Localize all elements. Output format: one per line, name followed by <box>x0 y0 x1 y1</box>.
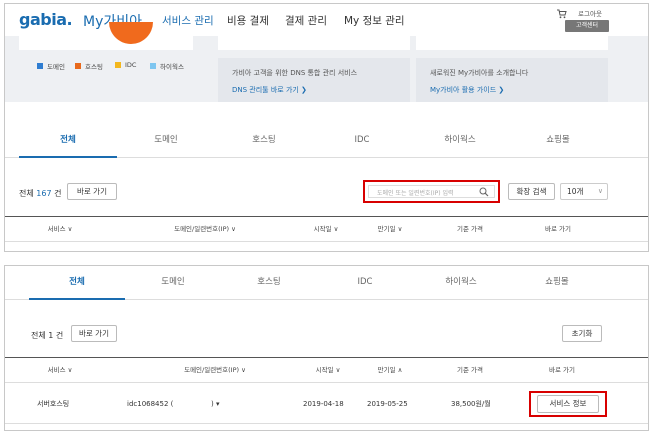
count-prefix: 전체 <box>19 189 37 198</box>
service-tabs: 전체 도메인 호스팅 IDC 하이웍스 쇼핑몰 <box>5 266 648 300</box>
donut-chart-segment <box>109 22 153 44</box>
legend-idc: IDC <box>115 61 136 69</box>
service-info-highlight: 서비스 정보 <box>529 391 607 417</box>
tab-hosting[interactable]: 호스팅 <box>221 266 317 300</box>
tab-idc[interactable]: IDC <box>313 124 411 158</box>
page-size-value: 10개 <box>567 187 584 196</box>
tab-shopping[interactable]: 쇼핑몰 <box>509 266 605 300</box>
col-start[interactable]: 시작일 ∨ <box>301 217 351 241</box>
cell-price: 38,500원/월 <box>451 400 491 408</box>
cart-icon[interactable] <box>557 9 567 19</box>
table-header: 서비스 ∨ 도메인/일련번호(IP) ∨ 시작일 ∨ 만기일 ∧ 기준 가격 바… <box>5 357 648 383</box>
cell-service: 서버호스팅 <box>37 400 70 408</box>
col-goto: 바로 가기 <box>545 225 571 233</box>
header: gabia. My가비아 서비스 관리 비용 결제 결제 관리 My 정보 관리… <box>5 4 648 36</box>
search-highlight: 도메인 또는 일련번호(IP) 입력 <box>363 180 500 203</box>
legend-domain: 도메인 <box>37 61 65 71</box>
count-suffix: 건 <box>51 189 62 198</box>
col-service[interactable]: 서비스 ∨ <box>35 358 85 382</box>
col-service[interactable]: 서비스 ∨ <box>35 217 85 241</box>
nav-service-management[interactable]: 서비스 관리 <box>162 13 214 28</box>
cell-domain-tail[interactable]: ) ▾ <box>211 384 219 424</box>
goto-button[interactable]: 바로 가기 <box>71 325 117 342</box>
col-end[interactable]: 만기일 ∧ <box>365 358 415 382</box>
legend-hosting: 호스팅 <box>75 61 103 71</box>
tab-all[interactable]: 전체 <box>19 124 117 158</box>
legend-label: IDC <box>125 61 137 69</box>
search-icon[interactable] <box>479 187 489 197</box>
col-domain[interactable]: 도메인/일련번호(IP) ∨ <box>165 358 265 382</box>
tab-domain[interactable]: 도메인 <box>117 124 215 158</box>
nav-billing[interactable]: 비용 결제 <box>227 13 269 28</box>
tab-hosting[interactable]: 호스팅 <box>215 124 313 158</box>
tab-all[interactable]: 전체 <box>29 266 125 300</box>
cell-domain[interactable]: idc1068452 ( <box>127 384 173 424</box>
chevron-down-icon: ∨ <box>597 187 603 195</box>
legend-label: 하이웍스 <box>160 63 184 71</box>
info-card-top-1 <box>218 36 410 50</box>
table-header: 서비스 ∨ 도메인/일련번호(IP) ∨ 시작일 ∨ 만기일 ∨ 기준 가격 바… <box>5 216 648 242</box>
services-panel-top: gabia. My가비아 서비스 관리 비용 결제 결제 관리 My 정보 관리… <box>4 3 649 252</box>
col-price: 기준 가격 <box>457 366 483 374</box>
dns-info-text: 가비아 고객을 위한 DNS 통합 관리 서비스 <box>232 69 358 77</box>
page-size-select[interactable]: 10개 ∨ <box>560 183 608 200</box>
tab-domain[interactable]: 도메인 <box>125 266 221 300</box>
total-count: 전체 1 건 <box>31 331 64 340</box>
dns-info-box: 가비아 고객을 위한 DNS 통합 관리 서비스 DNS 관리툴 바로 가기 ❯ <box>218 58 410 102</box>
tab-hiworks[interactable]: 하이웍스 <box>411 124 509 158</box>
services-panel-bottom: 전체 도메인 호스팅 IDC 하이웍스 쇼핑몰 전체 1 건 바로 가기 초기화… <box>4 265 649 431</box>
guide-link[interactable]: My가비아 활용 가이드 ❯ <box>430 85 504 95</box>
customer-center-button[interactable]: 고객센터 <box>565 20 609 32</box>
legend-swatch <box>75 63 81 69</box>
col-price: 기준 가격 <box>457 225 483 233</box>
service-tabs: 전체 도메인 호스팅 IDC 하이웍스 쇼핑몰 <box>5 124 648 158</box>
legend-swatch <box>150 63 156 69</box>
dns-tool-link[interactable]: DNS 관리툴 바로 가기 ❯ <box>232 85 307 95</box>
legend-hiworks: 하이웍스 <box>150 61 184 71</box>
legend-label: 호스팅 <box>85 63 103 71</box>
guide-info-box: 새로워진 My가비아를 소개합니다 My가비아 활용 가이드 ❯ <box>416 58 608 102</box>
extended-search-button[interactable]: 확장 검색 <box>508 183 555 200</box>
reset-button[interactable]: 초기화 <box>562 325 602 342</box>
info-card-top-2 <box>416 36 608 50</box>
search-placeholder: 도메인 또는 일련번호(IP) 입력 <box>377 190 454 197</box>
search-input[interactable]: 도메인 또는 일련번호(IP) 입력 <box>368 185 495 198</box>
legend-swatch <box>115 62 121 68</box>
service-info-button[interactable]: 서비스 정보 <box>537 395 599 413</box>
col-domain[interactable]: 도메인/일련번호(IP) ∨ <box>155 217 255 241</box>
col-end[interactable]: 만기일 ∨ <box>365 217 415 241</box>
tab-shopping[interactable]: 쇼핑몰 <box>509 124 607 158</box>
logo[interactable]: gabia. <box>19 10 73 29</box>
col-start[interactable]: 시작일 ∨ <box>303 358 353 382</box>
count-number: 167 <box>36 189 52 198</box>
chart-card <box>19 22 193 50</box>
guide-info-text: 새로워진 My가비아를 소개합니다 <box>430 69 529 77</box>
tab-idc[interactable]: IDC <box>317 266 413 300</box>
nav-my-info[interactable]: My 정보 관리 <box>344 13 405 28</box>
goto-button[interactable]: 바로 가기 <box>67 183 117 200</box>
col-goto: 바로 가기 <box>549 366 575 374</box>
total-count: 전체 167 건 <box>19 188 61 199</box>
nav-payment-management[interactable]: 결제 관리 <box>285 13 327 28</box>
logout-link[interactable]: 로그아웃 <box>578 8 602 18</box>
cell-start: 2019-04-18 <box>303 400 344 408</box>
legend-label: 도메인 <box>47 63 65 71</box>
cell-end: 2019-05-25 <box>367 400 408 408</box>
legend-swatch <box>37 63 43 69</box>
tab-hiworks[interactable]: 하이웍스 <box>413 266 509 300</box>
